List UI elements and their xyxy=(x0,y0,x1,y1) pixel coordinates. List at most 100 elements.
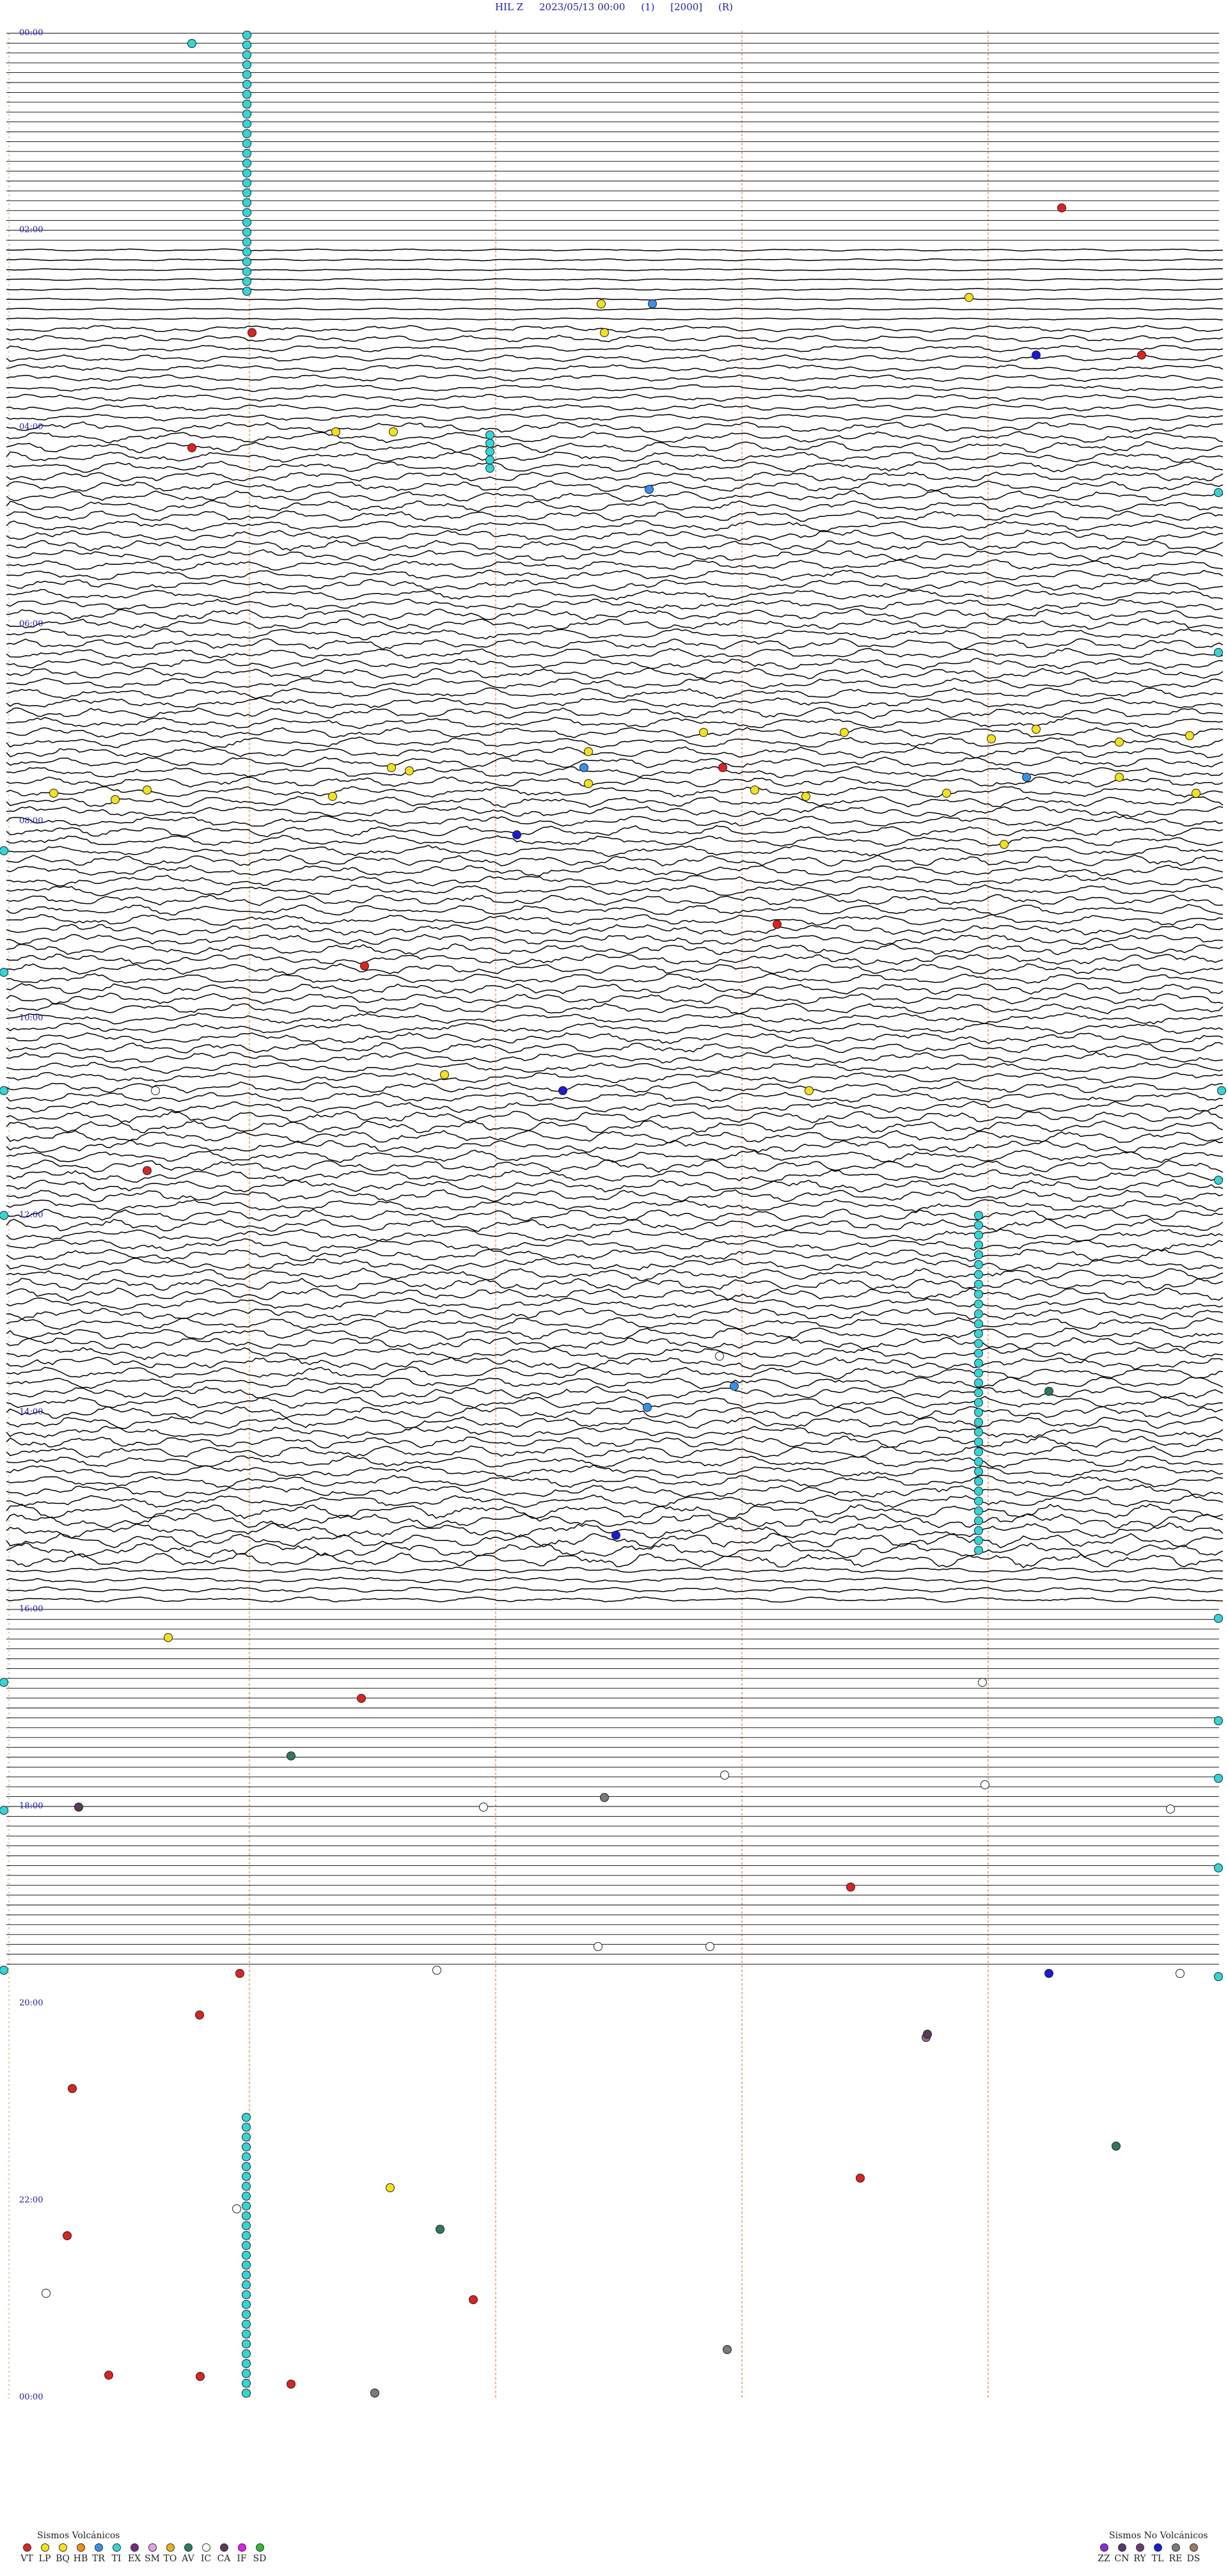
event-marker xyxy=(242,129,251,138)
event-marker xyxy=(1044,1969,1053,1978)
event-marker xyxy=(723,2345,732,2354)
event-marker xyxy=(0,1678,8,1687)
event-marker xyxy=(0,968,8,977)
legend-swatch xyxy=(130,2543,139,2552)
legend-swatch xyxy=(22,2543,31,2552)
event-marker xyxy=(974,1447,983,1457)
seismic-trace-line xyxy=(6,278,1224,281)
legend-code: DS xyxy=(1186,2554,1200,2564)
event-marker xyxy=(242,40,251,50)
legend-code: SD xyxy=(253,2554,267,2564)
event-marker xyxy=(594,1942,602,1951)
event-marker xyxy=(558,1086,567,1095)
event-marker xyxy=(805,1086,814,1095)
seismic-trace-line xyxy=(6,1503,1224,1519)
seismic-trace-line xyxy=(6,608,1224,620)
time-label: 16:00 xyxy=(19,1604,43,1614)
event-marker xyxy=(242,2378,251,2388)
seismic-trace-line xyxy=(6,825,1224,837)
event-marker xyxy=(389,427,398,436)
legend-swatch xyxy=(40,2543,49,2552)
legend-item-sm: SM xyxy=(143,2543,161,2564)
legend-item-tr: TR xyxy=(90,2543,107,2564)
event-marker xyxy=(360,961,369,970)
event-marker xyxy=(242,2181,251,2191)
event-marker xyxy=(242,99,251,109)
seismic-trace-line xyxy=(6,471,1224,482)
seismic-trace-line xyxy=(6,855,1224,867)
event-marker xyxy=(232,2204,241,2213)
event-marker xyxy=(242,60,251,70)
event-marker xyxy=(242,2172,251,2181)
seismic-trace-line xyxy=(6,746,1224,759)
seismic-trace-line xyxy=(6,766,1224,778)
seismic-trace-line xyxy=(6,549,1224,562)
event-marker xyxy=(242,257,251,267)
legend-swatch xyxy=(76,2543,85,2552)
event-marker xyxy=(1112,2142,1121,2151)
time-label: 18:00 xyxy=(19,1801,43,1811)
event-marker xyxy=(242,2261,251,2270)
legend-item-ic: IC xyxy=(197,2543,215,2564)
seismic-trace-line xyxy=(6,1297,1224,1310)
seismogram-plot: 00:00 02:00 04:00 06:00 08:00 10:00 12:00 14:00… xyxy=(0,28,1226,2402)
event-marker xyxy=(974,1240,983,1250)
legend-volcanic-title: Sismos Volcánicos xyxy=(37,2531,120,2541)
event-marker xyxy=(0,1211,8,1220)
event-marker xyxy=(974,1368,983,1378)
event-marker xyxy=(923,2030,932,2039)
seismic-trace-line xyxy=(6,1317,1224,1330)
seismic-trace-line xyxy=(6,1228,1224,1242)
event-marker xyxy=(750,786,759,794)
event-marker xyxy=(242,80,251,89)
event-marker xyxy=(974,1467,983,1476)
legend-code: IC xyxy=(200,2554,212,2564)
event-marker xyxy=(584,779,593,788)
event-marker xyxy=(242,2162,251,2171)
event-marker xyxy=(242,2122,251,2132)
event-marker xyxy=(974,1270,983,1279)
legend-item-ex: EX xyxy=(125,2543,143,2564)
seismic-trace-line xyxy=(6,865,1224,876)
seismic-trace-line xyxy=(6,687,1224,700)
event-marker xyxy=(104,2371,113,2380)
event-marker xyxy=(287,1751,295,1760)
seismic-trace-line xyxy=(6,529,1224,542)
seismic-trace-line xyxy=(6,490,1224,502)
legend-item-ca: CA xyxy=(215,2543,233,2564)
seismic-trace-line xyxy=(6,756,1224,768)
event-marker xyxy=(1176,1969,1185,1978)
seismic-trace-line xyxy=(6,460,1224,473)
legend-swatch xyxy=(166,2543,175,2552)
seismic-trace-line xyxy=(6,1494,1224,1508)
legend-item-to: TO xyxy=(161,2543,179,2564)
seismic-trace-line xyxy=(6,364,1224,372)
event-marker xyxy=(974,1536,983,1545)
seismic-trace-line xyxy=(6,835,1224,847)
event-marker xyxy=(469,2295,478,2304)
event-marker xyxy=(63,2231,72,2240)
event-marker xyxy=(974,1211,983,1220)
seismic-trace-line xyxy=(6,1091,1224,1103)
event-marker xyxy=(0,1806,8,1815)
event-marker xyxy=(485,455,494,464)
event-marker xyxy=(387,763,396,772)
event-marker xyxy=(974,1506,983,1515)
event-marker xyxy=(68,2084,77,2093)
event-marker xyxy=(974,1378,983,1387)
seismic-trace-line xyxy=(6,736,1224,748)
event-marker xyxy=(432,1966,441,1975)
event-marker xyxy=(242,2211,251,2220)
legend-code: LP xyxy=(38,2554,51,2564)
event-marker xyxy=(1214,488,1223,497)
seismic-trace-line xyxy=(6,924,1224,936)
event-marker xyxy=(328,792,337,801)
legend-item-vt: VT xyxy=(18,2543,36,2564)
seismic-trace-line xyxy=(6,1357,1224,1370)
legend-swatch xyxy=(94,2543,103,2552)
seismic-trace-line xyxy=(6,805,1224,818)
event-marker xyxy=(242,247,251,257)
seismic-trace-line xyxy=(6,1552,1224,1569)
seismic-trace-line xyxy=(6,1130,1224,1144)
event-marker xyxy=(436,2225,445,2234)
